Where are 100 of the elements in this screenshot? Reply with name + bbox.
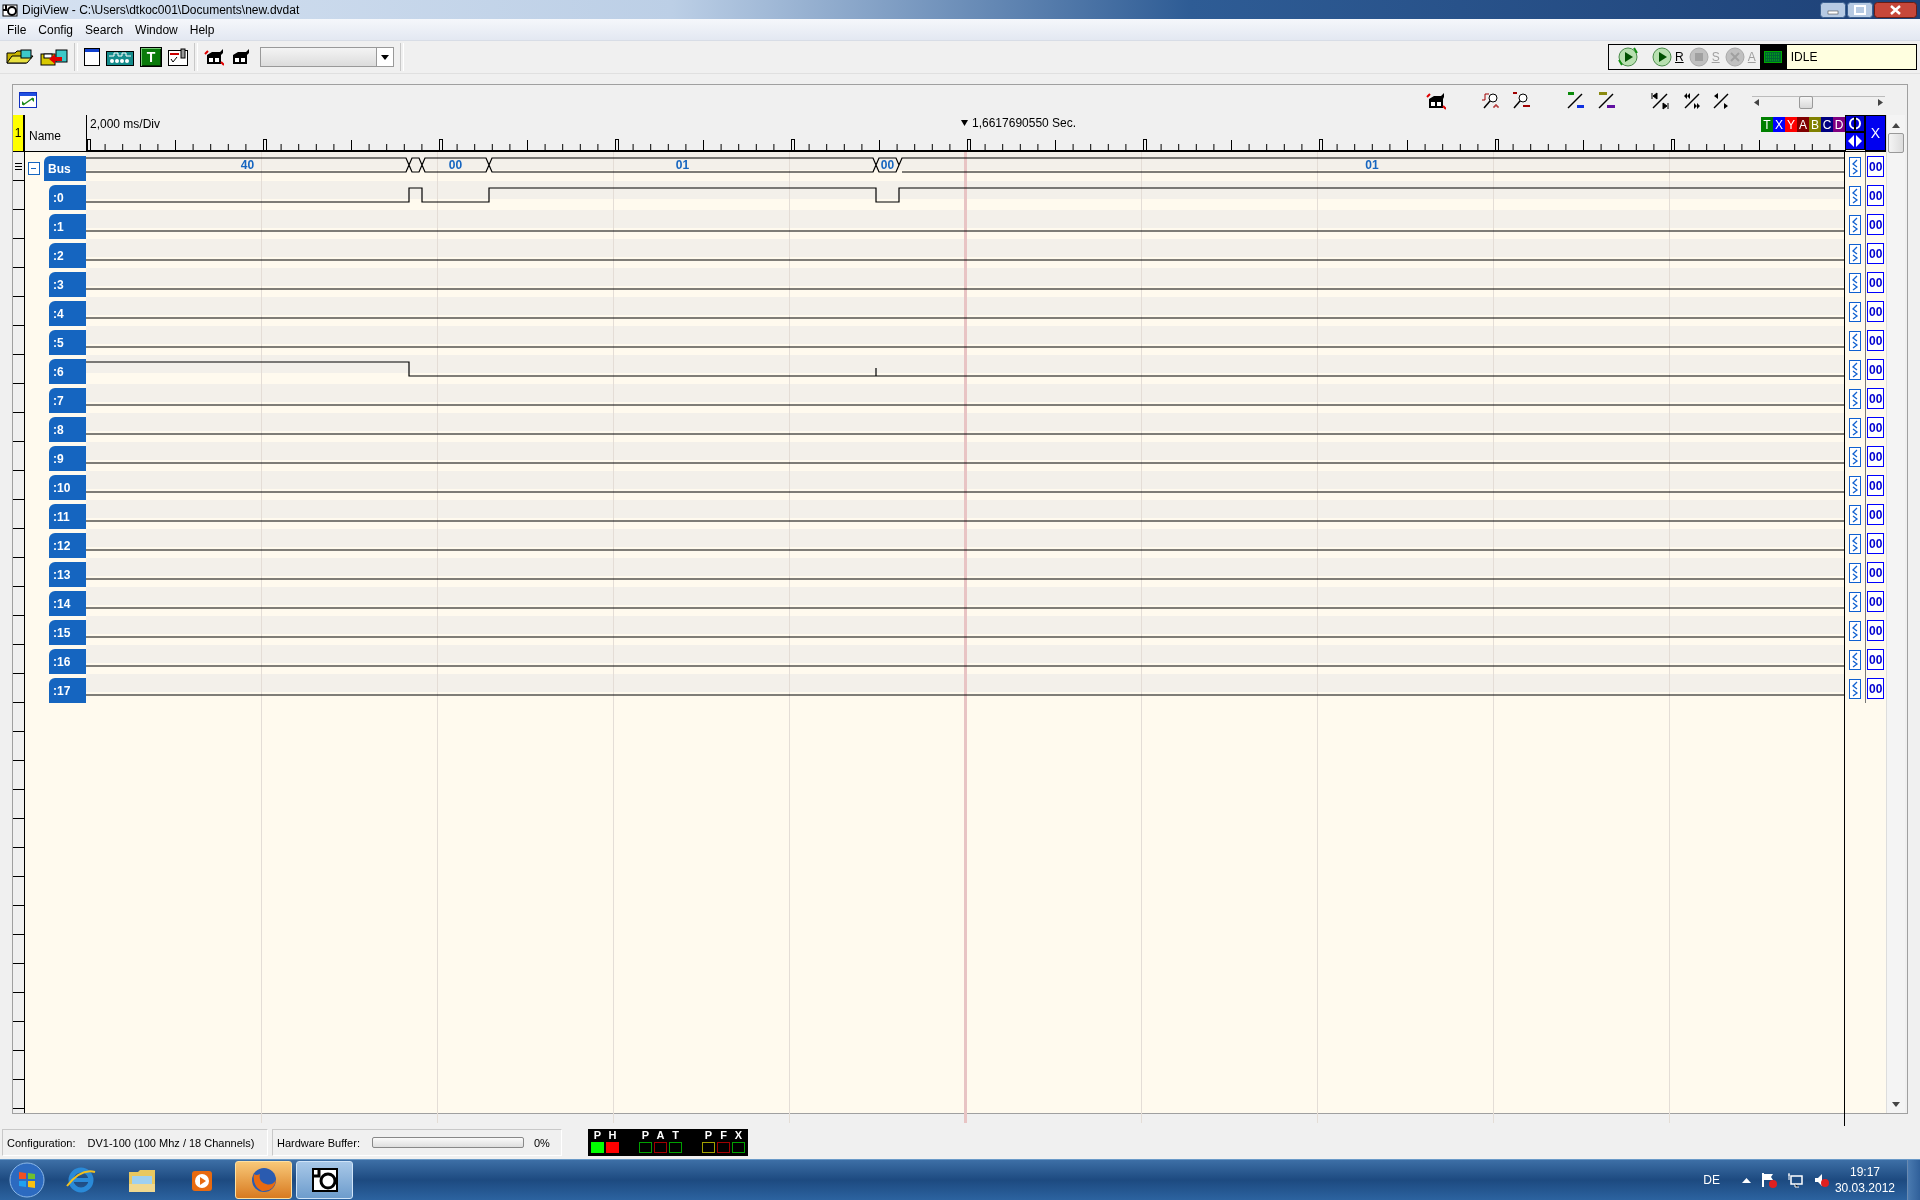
channel-name[interactable]: :5 (49, 330, 86, 355)
swap-icon[interactable] (1848, 620, 1861, 641)
cursor-slash-icon[interactable] (1596, 90, 1616, 110)
swap-icon[interactable] (1848, 330, 1861, 351)
window-icon[interactable] (84, 48, 100, 66)
swap-icon[interactable] (1848, 591, 1861, 612)
play-icon[interactable] (1651, 46, 1673, 68)
format-button[interactable]: 00 (1867, 533, 1885, 554)
channel-name[interactable]: :6 (49, 359, 86, 384)
vertical-scrollbar[interactable] (1886, 115, 1905, 1113)
menu-item[interactable]: Search (79, 20, 130, 39)
arrows-icon[interactable] (1845, 132, 1865, 150)
up-arrow-icon[interactable] (1892, 123, 1900, 128)
scroll-thumb[interactable] (1799, 96, 1813, 109)
speaker-icon[interactable] (1812, 1172, 1829, 1188)
format-button[interactable]: 00 (1867, 185, 1885, 206)
language-indicator[interactable]: DE (1703, 1173, 1720, 1187)
format-button[interactable]: 00 (1867, 562, 1885, 583)
play-loop-icon[interactable] (1617, 46, 1639, 68)
menu-item[interactable]: File (1, 20, 33, 39)
cursor-button[interactable]: B (1809, 117, 1821, 132)
scroll-thumb[interactable] (1888, 133, 1904, 153)
camera-icon[interactable] (1426, 90, 1446, 110)
menu-item[interactable]: Help (183, 20, 221, 39)
magnifier-edge-icon[interactable] (1481, 90, 1501, 110)
format-button[interactable]: 00 (1867, 301, 1885, 322)
format-button[interactable]: 00 (1867, 156, 1885, 177)
checklist-icon[interactable] (168, 48, 188, 66)
clock-date[interactable]: 30.03.2012 (1834, 1180, 1895, 1196)
format-button[interactable]: 00 (1867, 649, 1885, 670)
swap-icon[interactable] (1848, 388, 1861, 409)
down-arrow-icon[interactable] (1892, 1102, 1900, 1107)
channel-name[interactable]: :10 (49, 475, 86, 500)
channel-name[interactable]: :7 (49, 388, 86, 413)
cursor-button[interactable]: T (1761, 117, 1773, 132)
swap-icon[interactable] (1848, 272, 1861, 293)
start-icon[interactable] (6, 1161, 48, 1199)
format-button[interactable]: 00 (1867, 359, 1885, 380)
circuit-board-icon[interactable] (106, 48, 134, 66)
channel-name[interactable]: :13 (49, 562, 86, 587)
channel-name[interactable]: :12 (49, 533, 86, 558)
network-icon[interactable] (1786, 1172, 1803, 1188)
channel-name[interactable]: :15 (49, 620, 86, 645)
cursor-button[interactable]: D (1833, 117, 1845, 132)
camera-icon[interactable] (230, 48, 250, 66)
close-cursor-button[interactable]: X (1865, 115, 1886, 151)
swap-icon[interactable] (1848, 475, 1861, 496)
bus-name[interactable]: Bus (44, 156, 86, 181)
swap-icon[interactable] (1848, 417, 1861, 438)
clock-time[interactable]: 19:17 (1849, 1164, 1880, 1180)
camera-icon[interactable] (204, 48, 224, 66)
cursor-button[interactable]: Y (1785, 117, 1797, 132)
format-button[interactable]: 00 (1867, 214, 1885, 235)
channel-name[interactable]: :4 (49, 301, 86, 326)
folder-icon[interactable] (6, 48, 34, 66)
swap-icon[interactable] (1848, 301, 1861, 322)
swap-icon[interactable] (1848, 533, 1861, 554)
channel-name[interactable]: :11 (49, 504, 86, 529)
horizontal-scrollbar[interactable] (1752, 95, 1885, 109)
cursor-button[interactable]: X (1773, 117, 1785, 132)
swap-icon[interactable] (1848, 649, 1861, 670)
cursor-button[interactable]: C (1821, 117, 1833, 132)
step-icon[interactable] (1711, 90, 1731, 110)
channel-name[interactable]: :0 (49, 185, 86, 210)
save-icon[interactable] (40, 48, 68, 66)
format-button[interactable]: 00 (1867, 417, 1885, 438)
maximize-icon[interactable] (1847, 1, 1873, 18)
flag-icon[interactable] (1760, 1172, 1777, 1188)
format-button[interactable]: 00 (1867, 475, 1885, 496)
swap-icon[interactable] (1848, 562, 1861, 583)
menu-item[interactable]: Window (129, 20, 184, 39)
taskbar-button[interactable] (296, 1161, 353, 1199)
format-button[interactable]: 00 (1867, 504, 1885, 525)
close-icon[interactable] (1874, 1, 1917, 18)
swap-icon[interactable] (1848, 156, 1861, 177)
channel-name[interactable]: :3 (49, 272, 86, 297)
swap-icon[interactable] (1848, 446, 1861, 467)
channel-name[interactable]: :1 (49, 214, 86, 239)
left-arrow-icon[interactable] (1754, 99, 1759, 106)
up-arrow-icon[interactable] (1741, 1177, 1751, 1183)
channel-name[interactable]: :14 (49, 591, 86, 616)
text-tool-button[interactable]: T (140, 47, 162, 67)
swap-icon[interactable] (1848, 678, 1861, 699)
channel-name[interactable]: :9 (49, 446, 86, 471)
menu-item[interactable]: Config (32, 20, 80, 39)
zoom-fit-icon[interactable] (19, 92, 37, 108)
cursor-lock-icon[interactable] (1845, 115, 1865, 132)
channel-name[interactable]: :2 (49, 243, 86, 268)
cursor-button[interactable]: A (1797, 117, 1809, 132)
right-arrow-icon[interactable] (1878, 99, 1883, 106)
swap-icon[interactable] (1848, 185, 1861, 206)
format-button[interactable]: 00 (1867, 591, 1885, 612)
dropdown[interactable] (260, 47, 394, 67)
swap-icon[interactable] (1848, 243, 1861, 264)
format-button[interactable]: 00 (1867, 272, 1885, 293)
format-button[interactable]: 00 (1867, 620, 1885, 641)
format-button[interactable]: 00 (1867, 388, 1885, 409)
format-button[interactable]: 00 (1867, 678, 1885, 699)
format-button[interactable]: 00 (1867, 330, 1885, 351)
swap-icon[interactable] (1848, 214, 1861, 235)
